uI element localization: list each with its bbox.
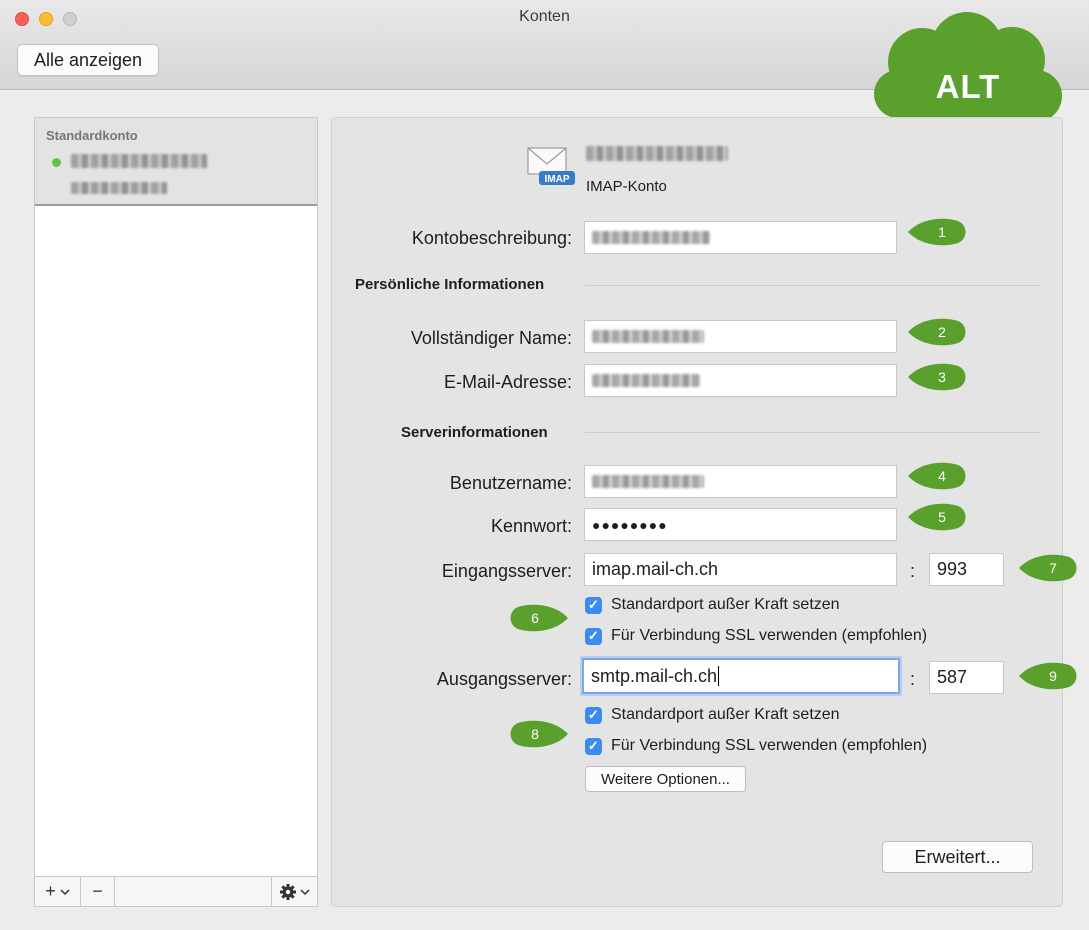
plus-icon: + xyxy=(45,881,56,901)
fullname-field[interactable] xyxy=(584,320,897,353)
minus-icon: − xyxy=(92,881,103,901)
account-status-dot xyxy=(52,158,61,167)
account-list-item[interactable]: Standardkonto xyxy=(35,118,317,206)
description-value-redacted xyxy=(592,231,710,244)
svg-text:3: 3 xyxy=(938,369,946,385)
checkmark-icon: ✓ xyxy=(585,627,602,645)
account-group-label: Standardkonto xyxy=(46,128,138,143)
checkmark-icon: ✓ xyxy=(585,737,602,755)
username-field[interactable] xyxy=(584,465,897,498)
section-divider xyxy=(585,432,1040,433)
sidebar-toolbar: + − xyxy=(35,876,317,906)
callout-badge-2: 2 xyxy=(908,318,966,346)
svg-text:1: 1 xyxy=(938,224,946,240)
callout-badge-8: 8 xyxy=(510,720,568,748)
svg-text:2: 2 xyxy=(938,324,946,340)
svg-text:8: 8 xyxy=(531,726,539,742)
email-value-redacted xyxy=(592,374,700,387)
email-field[interactable] xyxy=(584,364,897,397)
svg-text:4: 4 xyxy=(938,468,946,484)
remove-account-button[interactable]: − xyxy=(81,877,115,906)
callout-badge-7: 7 xyxy=(1019,554,1077,582)
account-display-name-redacted xyxy=(586,146,728,161)
incoming-ssl-checkbox[interactable]: ✓ Für Verbindung SSL verwenden (empfohle… xyxy=(585,627,927,645)
port-separator: : xyxy=(910,561,916,581)
section-divider xyxy=(585,285,1040,286)
password-field[interactable]: ●●●●●●●● xyxy=(584,508,897,541)
show-all-button[interactable]: Alle anzeigen xyxy=(17,44,159,76)
username-label: Benutzername: xyxy=(449,473,572,493)
email-label: E-Mail-Adresse: xyxy=(443,372,572,392)
description-label: Kontobeschreibung: xyxy=(411,228,572,248)
checkmark-icon: ✓ xyxy=(585,596,602,614)
outgoing-override-port-checkbox[interactable]: ✓ Standardport außer Kraft setzen xyxy=(585,706,840,724)
incoming-override-port-label: Standardport außer Kraft setzen xyxy=(611,596,840,613)
server-info-heading: Serverinformationen xyxy=(401,424,548,441)
account-type-label: IMAP-Konto xyxy=(586,178,667,195)
svg-text:7: 7 xyxy=(1049,560,1057,576)
svg-text:IMAP: IMAP xyxy=(545,174,570,185)
callout-badge-1: 1 xyxy=(908,218,966,246)
add-account-button[interactable]: + xyxy=(35,877,81,906)
chevron-down-icon xyxy=(60,888,70,895)
svg-text:9: 9 xyxy=(1049,668,1057,684)
outgoing-ssl-label: Für Verbindung SSL verwenden (empfohlen) xyxy=(611,737,928,754)
description-field[interactable] xyxy=(584,221,897,254)
fullname-label: Vollständiger Name: xyxy=(410,328,572,348)
accounts-sidebar: Standardkonto + − xyxy=(34,117,318,907)
callout-badge-4: 4 xyxy=(908,462,966,490)
outgoing-server-label: Ausgangsserver: xyxy=(436,669,572,689)
password-label: Kennwort: xyxy=(490,516,572,536)
personal-info-heading: Persönliche Informationen xyxy=(355,276,545,293)
account-actions-button[interactable] xyxy=(271,877,317,906)
callout-badge-5: 5 xyxy=(908,503,966,531)
checkmark-icon: ✓ xyxy=(585,706,602,724)
callout-badge-9: 9 xyxy=(1019,662,1077,690)
account-detail-redacted xyxy=(71,182,167,194)
more-options-button[interactable]: Weitere Optionen... xyxy=(585,766,746,792)
outgoing-server-field[interactable]: smtp.mail-ch.ch xyxy=(582,658,900,694)
incoming-override-port-checkbox[interactable]: ✓ Standardport außer Kraft setzen xyxy=(585,596,840,614)
fullname-value-redacted xyxy=(592,330,704,343)
text-cursor xyxy=(718,666,720,686)
username-value-redacted xyxy=(592,475,704,488)
outgoing-override-port-label: Standardport außer Kraft setzen xyxy=(611,706,840,723)
incoming-ssl-label: Für Verbindung SSL verwenden (empfohlen) xyxy=(611,627,928,644)
port-separator: : xyxy=(910,669,916,689)
callout-badge-6: 6 xyxy=(510,604,568,632)
incoming-port-field[interactable]: 993 xyxy=(929,553,1004,586)
gear-icon xyxy=(280,883,296,900)
incoming-server-field[interactable]: imap.mail-ch.ch xyxy=(584,553,897,586)
svg-text:5: 5 xyxy=(938,509,946,525)
svg-text:6: 6 xyxy=(531,610,539,626)
outgoing-port-field[interactable]: 587 xyxy=(929,661,1004,694)
outgoing-ssl-checkbox[interactable]: ✓ Für Verbindung SSL verwenden (empfohle… xyxy=(585,737,927,755)
mail-envelope-icon: IMAP xyxy=(527,147,575,185)
alt-cloud-label: ALT xyxy=(935,68,1001,105)
chevron-down-icon xyxy=(300,888,310,895)
advanced-button[interactable]: Erweitert... xyxy=(882,841,1033,873)
callout-badge-3: 3 xyxy=(908,363,966,391)
incoming-server-label: Eingangsserver: xyxy=(441,561,572,581)
account-name-redacted xyxy=(71,154,207,168)
outgoing-server-value: smtp.mail-ch.ch xyxy=(591,665,718,686)
